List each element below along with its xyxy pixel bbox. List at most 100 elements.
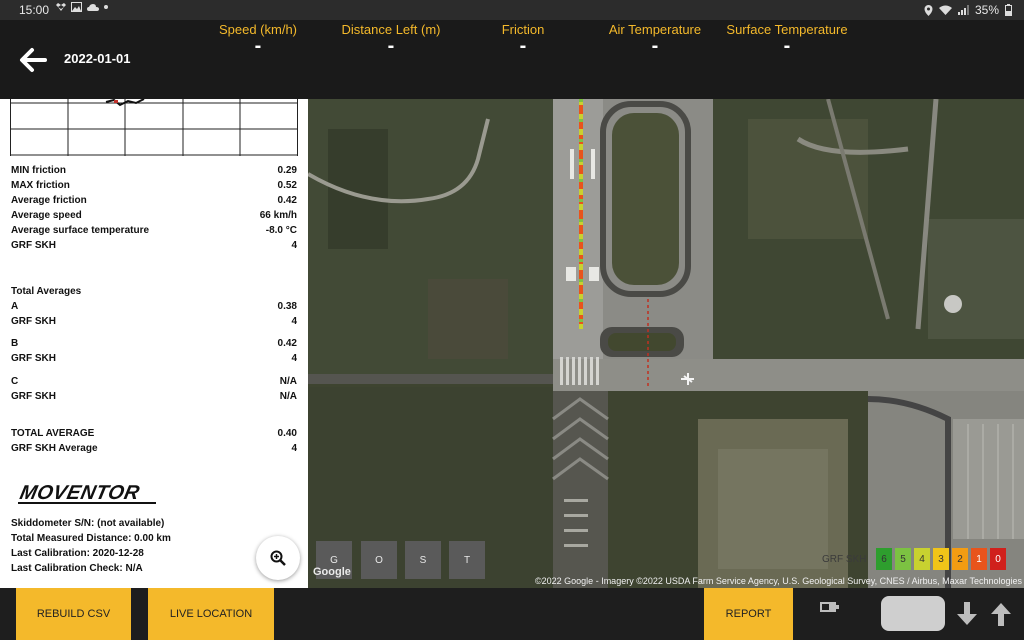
image-icon xyxy=(71,2,82,12)
stat-row: Average speed 66 km/h xyxy=(11,210,297,221)
stat-value: 66 km/h xyxy=(259,210,297,221)
totals-label: GRF SKH xyxy=(11,316,56,327)
totals-row: A 0.38 xyxy=(11,301,297,312)
device-info-line: Last Calibration Check: N/A xyxy=(11,563,143,574)
magnifier-zoom-icon xyxy=(270,550,286,566)
legend-swatch: 3 xyxy=(933,548,949,570)
totals-value: N/A xyxy=(279,376,297,387)
stat-value: 0.42 xyxy=(277,195,297,206)
totals-value: 4 xyxy=(291,353,297,364)
live-location-button[interactable]: LIVE LOCATION xyxy=(148,588,274,640)
legend-swatch: 6 xyxy=(876,548,892,570)
stat-row: GRF SKH 4 xyxy=(11,240,297,251)
dropbox-icon xyxy=(56,3,66,11)
system-icons: 35% xyxy=(924,3,1012,17)
session-date: 2022-01-01 xyxy=(64,51,131,66)
arrow-up-icon[interactable] xyxy=(990,602,1012,626)
legend-swatch: 1 xyxy=(971,548,987,570)
metric-speed: Speed (km/h) - xyxy=(210,22,306,57)
totals-heading: Total Averages xyxy=(11,286,297,297)
back-arrow-icon[interactable] xyxy=(18,45,48,75)
map-layer-s-button[interactable]: S xyxy=(405,541,441,579)
totals-row: GRF SKH 4 xyxy=(11,353,297,364)
device-battery-icon xyxy=(820,602,839,612)
stat-value: 0.52 xyxy=(277,180,297,191)
totals-row: B 0.42 xyxy=(11,338,297,349)
stat-label: Average speed xyxy=(11,210,82,221)
status-time: 15:00 xyxy=(19,3,50,17)
totals-row: GRF SKH N/A xyxy=(11,391,297,402)
stat-row: Average surface temperature -8.0 °C xyxy=(11,225,297,236)
stat-label: GRF SKH xyxy=(11,240,56,251)
arrow-down-icon[interactable] xyxy=(956,602,978,626)
zoom-button[interactable] xyxy=(256,536,300,580)
stat-row: Average friction 0.42 xyxy=(11,195,297,206)
map-layer-t-button[interactable]: T xyxy=(449,541,485,579)
totals-value: 4 xyxy=(291,443,297,454)
wifi-icon xyxy=(938,5,952,15)
stat-label: MAX friction xyxy=(11,180,70,191)
metric-friction-value: - xyxy=(519,35,527,57)
stat-label: Average surface temperature xyxy=(11,225,150,236)
status-bar: 15:00 35% xyxy=(0,0,1024,20)
totals-label: GRF SKH xyxy=(11,353,56,364)
stat-row: MAX friction 0.52 xyxy=(11,180,297,191)
totals-value: N/A xyxy=(279,391,297,402)
legend-swatch: 5 xyxy=(895,548,911,570)
legend-swatch: 0 xyxy=(990,548,1006,570)
metric-surface-temperature-value: - xyxy=(783,35,791,57)
totals-value: 0.40 xyxy=(277,428,297,439)
connection-toggle[interactable] xyxy=(881,596,945,631)
stat-label: Average friction xyxy=(11,195,87,206)
total-average-row: TOTAL AVERAGE 0.40 xyxy=(11,428,297,439)
metric-air-temperature: Air Temperature - xyxy=(602,22,708,57)
metric-friction: Friction - xyxy=(478,22,568,57)
totals-value: 0.42 xyxy=(277,338,297,349)
metric-speed-value: - xyxy=(254,35,262,57)
notification-icons xyxy=(56,2,108,12)
metric-distance-left: Distance Left (m) - xyxy=(336,22,446,56)
totals-label: A xyxy=(11,301,19,312)
totals-label: GRF SKH xyxy=(11,391,56,402)
moventor-logo: MOVENTOR xyxy=(18,482,158,506)
stat-row: MIN friction 0.29 xyxy=(11,165,297,176)
metric-surface-temperature: Surface Temperature - xyxy=(724,22,850,57)
report-button[interactable]: REPORT xyxy=(704,588,793,640)
summary-panel[interactable]: MIN friction 0.29 MAX friction 0.52 Averag… xyxy=(0,99,308,588)
stat-value: -8.0 °C xyxy=(265,225,297,236)
totals-label: B xyxy=(11,338,19,349)
legend-swatch: 2 xyxy=(952,548,968,570)
stat-value: 4 xyxy=(291,240,297,251)
map-attribution: ©2022 Google - Imagery ©2022 USDA Farm S… xyxy=(535,576,1022,586)
map-layer-o-button[interactable]: O xyxy=(361,541,397,579)
device-info-line: Skiddometer S/N: (not available) xyxy=(11,518,165,529)
totals-label: C xyxy=(11,376,19,387)
total-average-row: GRF SKH Average 4 xyxy=(11,443,297,454)
totals-label: TOTAL AVERAGE xyxy=(11,428,95,439)
grf-legend: 6 5 4 3 2 1 0 xyxy=(876,548,1006,570)
totals-value: 0.38 xyxy=(277,301,297,312)
satellite-map[interactable] xyxy=(308,99,1024,588)
cloud-icon xyxy=(87,4,99,11)
battery-icon xyxy=(1005,4,1012,16)
totals-row: GRF SKH 4 xyxy=(11,316,297,327)
rebuild-csv-button[interactable]: REBUILD CSV xyxy=(16,588,131,640)
device-info-line: Last Calibration: 2020-12-28 xyxy=(11,548,144,559)
location-icon xyxy=(924,4,933,16)
airport-satellite-image xyxy=(308,99,1024,588)
metric-air-temperature-value: - xyxy=(651,35,659,57)
dot-icon xyxy=(104,5,108,9)
signal-icon xyxy=(957,5,969,15)
legend-label: GRF SKH xyxy=(822,554,867,565)
totals-label: GRF SKH Average xyxy=(11,443,98,454)
friction-graph-grid xyxy=(10,99,298,156)
totals-title: Total Averages xyxy=(11,286,82,297)
bottom-toolbar: REBUILD CSV LIVE LOCATION REPORT xyxy=(0,588,1024,640)
device-info-line: Total Measured Distance: 0.00 km xyxy=(11,533,171,544)
stat-label: MIN friction xyxy=(11,165,66,176)
totals-row: C N/A xyxy=(11,376,297,387)
legend-swatch: 4 xyxy=(914,548,930,570)
header-bar: 2022-01-01 Speed (km/h) - Distance Left … xyxy=(0,20,1024,99)
battery-percent: 35% xyxy=(974,3,999,17)
totals-value: 4 xyxy=(291,316,297,327)
